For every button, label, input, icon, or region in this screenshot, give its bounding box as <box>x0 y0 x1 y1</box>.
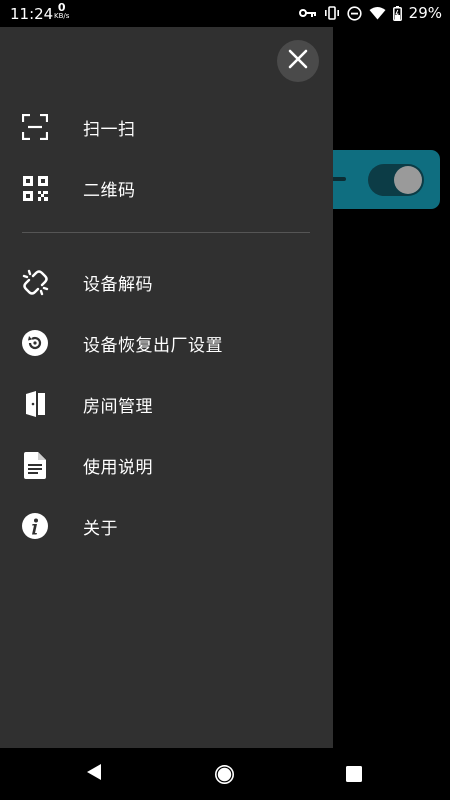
background-toggle <box>368 164 424 196</box>
menu-item-qrcode[interactable]: 二维码 <box>0 163 333 213</box>
info-icon <box>21 512 49 540</box>
menu-item-factory-reset[interactable]: 设备恢复出厂设置 <box>0 318 333 368</box>
back-icon[interactable] <box>86 763 102 785</box>
menu-label-about: 关于 <box>83 518 118 539</box>
menu-label-factory-reset: 设备恢复出厂设置 <box>83 335 223 356</box>
menu-divider <box>22 232 310 233</box>
wifi-icon <box>369 6 386 20</box>
menu-item-about[interactable]: 关于 <box>0 501 333 551</box>
battery-percent: 29% <box>408 4 442 22</box>
menu-item-instructions[interactable]: 使用说明 <box>0 440 333 490</box>
qrcode-icon <box>21 174 49 202</box>
menu-item-device-unbind[interactable]: 设备解码 <box>0 257 333 307</box>
document-icon <box>21 451 49 479</box>
recents-icon[interactable] <box>346 766 362 786</box>
door-icon <box>21 390 49 418</box>
unlink-icon <box>21 268 49 296</box>
home-icon[interactable] <box>214 764 235 789</box>
vibrate-icon <box>324 6 340 20</box>
scan-icon <box>21 113 49 141</box>
battery-icon <box>392 5 402 21</box>
net-speed: 0 KB/s <box>54 1 70 21</box>
navigation-drawer: 扫一扫 二维码 设备解码 设备恢复出厂设置 房间管理 使用说明 关于 <box>0 27 333 748</box>
toggle-knob <box>394 166 422 194</box>
close-button[interactable] <box>277 40 319 82</box>
status-bar: 11:24 0 KB/s 29% <box>0 0 450 27</box>
close-icon <box>288 49 308 73</box>
menu-label-room-management: 房间管理 <box>83 396 153 417</box>
menu-label-device-unbind: 设备解码 <box>83 274 153 295</box>
net-speed-unit: KB/s <box>54 12 70 20</box>
menu-item-scan[interactable]: 扫一扫 <box>0 102 333 152</box>
status-icons: 29% <box>298 4 442 22</box>
status-time: 11:24 <box>10 5 54 23</box>
menu-label-qrcode: 二维码 <box>83 180 136 201</box>
menu-label-instructions: 使用说明 <box>83 457 153 478</box>
menu-label-scan: 扫一扫 <box>83 119 136 140</box>
restore-icon <box>21 329 49 357</box>
menu-item-room-management[interactable]: 房间管理 <box>0 379 333 429</box>
net-speed-value: 0 <box>57 1 66 14</box>
key-icon <box>298 7 317 19</box>
dnd-icon <box>347 5 362 21</box>
system-nav-bar <box>0 748 450 800</box>
